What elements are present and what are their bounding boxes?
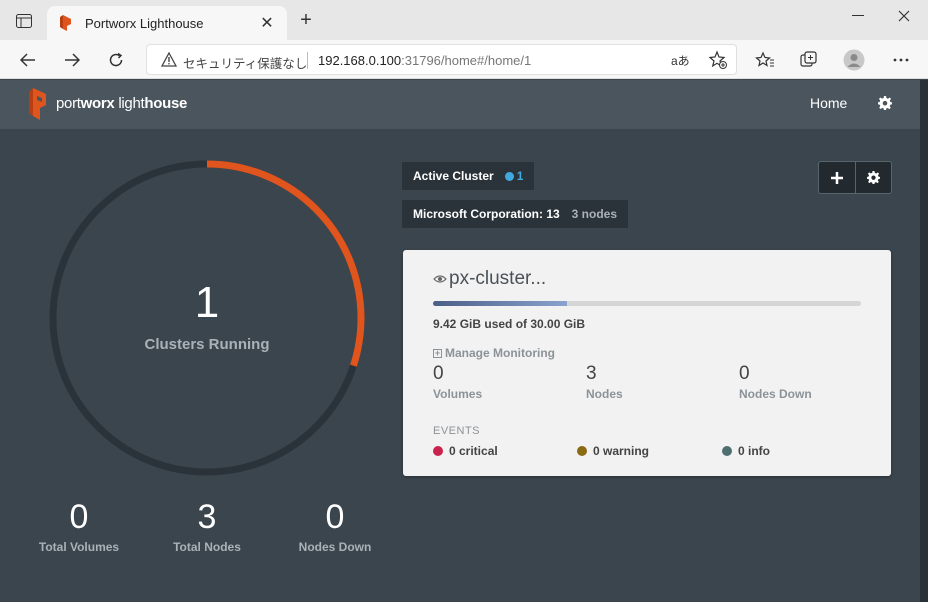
organization-nodes: 3 nodes bbox=[571, 207, 618, 221]
cluster-name: px-cluster... bbox=[449, 268, 547, 289]
new-tab-button[interactable]: + bbox=[296, 10, 316, 30]
storage-usage-text: 9.42 GiB used of 30.00 GiB bbox=[433, 317, 586, 331]
logo-worx: worx bbox=[80, 95, 115, 112]
add-favorite-icon[interactable] bbox=[708, 50, 728, 70]
expand-plus-icon: + bbox=[433, 347, 442, 358]
storage-usage-fill bbox=[433, 301, 568, 306]
total-nodes-label: Total Nodes bbox=[173, 540, 241, 554]
card-nodes-count: 3 bbox=[586, 363, 597, 384]
profile-avatar[interactable] bbox=[843, 49, 865, 71]
warning-icon bbox=[161, 52, 177, 67]
eye-icon bbox=[433, 275, 447, 283]
organization-name: Microsoft Corporation: 13 bbox=[413, 207, 560, 221]
browser-tab[interactable]: Portworx Lighthouse ✕ bbox=[47, 6, 287, 40]
warning-dot bbox=[577, 446, 587, 456]
active-cluster-label: Active Cluster bbox=[413, 169, 494, 183]
info-events[interactable]: 0 info bbox=[722, 444, 770, 458]
info-events-text: 0 info bbox=[738, 444, 770, 458]
warning-events[interactable]: 0 warning bbox=[577, 444, 649, 458]
card-nodes-label: Nodes bbox=[586, 387, 623, 401]
cluster-title[interactable]: px-cluster... bbox=[433, 268, 546, 290]
cluster-card[interactable]: px-cluster... 9.42 GiB used of 30.00 GiB… bbox=[403, 250, 891, 476]
page-scrollbar[interactable] bbox=[920, 80, 928, 602]
url-field[interactable]: セキュリティ保護なし 192.168.0.100:31796/home#/hom… bbox=[146, 44, 737, 75]
active-cluster-badge[interactable]: Active Cluster 1 bbox=[402, 162, 535, 190]
card-volumes-label: Volumes bbox=[433, 387, 483, 401]
portworx-favicon-icon bbox=[60, 15, 71, 31]
cluster-actions-group bbox=[818, 161, 892, 194]
card-nodes-down-stat: 0 Nodes Down bbox=[739, 363, 812, 401]
omnibox-divider bbox=[307, 52, 308, 69]
storage-usage-bar bbox=[433, 301, 861, 306]
active-cluster-count: 1 bbox=[516, 169, 524, 183]
maximize-button[interactable] bbox=[840, 6, 880, 26]
warning-events-text: 0 warning bbox=[593, 444, 650, 458]
nodes-down-count: 0 bbox=[325, 498, 345, 536]
logo-light: light bbox=[114, 95, 145, 112]
gear-icon bbox=[866, 171, 880, 184]
critical-dot bbox=[433, 446, 443, 456]
add-cluster-button[interactable] bbox=[819, 162, 855, 193]
security-status-text[interactable]: セキュリティ保護なし bbox=[183, 53, 307, 72]
manage-monitoring-label: Manage Monitoring bbox=[445, 346, 555, 360]
nodes-down-label: Nodes Down bbox=[298, 540, 372, 554]
card-volumes-count: 0 bbox=[433, 363, 444, 384]
clusters-running-count: 1 bbox=[194, 278, 220, 327]
tab-title: Portworx Lighthouse bbox=[85, 16, 204, 31]
back-button[interactable] bbox=[16, 48, 40, 72]
url-host: 192.168.0.100 bbox=[318, 53, 402, 68]
address-bar-row: セキュリティ保護なし 192.168.0.100:31796/home#/hom… bbox=[0, 40, 928, 79]
more-menu-icon[interactable] bbox=[890, 49, 912, 71]
portworx-logo-icon[interactable] bbox=[27, 88, 49, 122]
logo-port: port bbox=[56, 95, 81, 112]
critical-events-text: 0 critical bbox=[449, 444, 498, 458]
logo-house: house bbox=[144, 95, 188, 112]
settings-gear-icon[interactable] bbox=[878, 96, 892, 110]
forward-button[interactable] bbox=[60, 48, 84, 72]
url-text: 192.168.0.100:31796/home#/home/1 bbox=[318, 53, 531, 68]
card-nodes-down-label: Nodes Down bbox=[739, 387, 812, 401]
tab-close-button[interactable]: ✕ bbox=[257, 13, 277, 33]
browser-tab-bar: Portworx Lighthouse ✕ + bbox=[0, 0, 928, 40]
nodes-down-stat: 0 Nodes Down bbox=[275, 498, 395, 554]
read-aloud-icon[interactable]: aあ bbox=[671, 52, 690, 69]
url-path: :31796/home#/home/1 bbox=[401, 53, 532, 68]
nav-home-link[interactable]: Home bbox=[810, 95, 847, 111]
close-window-button[interactable] bbox=[884, 6, 924, 26]
plus-icon bbox=[830, 171, 843, 184]
card-volumes-stat: 0 Volumes bbox=[433, 363, 482, 401]
critical-events[interactable]: 0 critical bbox=[433, 444, 498, 458]
favorites-icon[interactable] bbox=[754, 49, 776, 71]
clusters-running-label: Clusters Running bbox=[144, 336, 270, 353]
cluster-settings-button[interactable] bbox=[854, 162, 892, 193]
active-status-dot bbox=[504, 171, 514, 181]
total-volumes-label: Total Volumes bbox=[38, 540, 120, 554]
organization-badge[interactable]: Microsoft Corporation: 13 3 nodes bbox=[402, 200, 629, 228]
total-volumes-count: 0 bbox=[69, 498, 89, 536]
total-nodes-count: 3 bbox=[197, 498, 217, 536]
app-logo-text[interactable]: portworx lighthouse bbox=[56, 95, 187, 112]
refresh-button[interactable] bbox=[104, 48, 128, 72]
app-header: portworx lighthouse Home bbox=[0, 80, 920, 129]
events-heading: EVENTS bbox=[433, 425, 481, 437]
card-nodes-down-count: 0 bbox=[739, 363, 750, 384]
card-nodes-stat: 3 Nodes bbox=[586, 363, 623, 401]
total-nodes-stat: 3 Total Nodes bbox=[147, 498, 267, 554]
info-dot bbox=[722, 446, 732, 456]
collections-icon[interactable] bbox=[798, 49, 820, 71]
tab-actions-icon[interactable] bbox=[10, 10, 38, 32]
total-volumes-stat: 0 Total Volumes bbox=[19, 498, 139, 554]
manage-monitoring-link[interactable]: + Manage Monitoring bbox=[433, 346, 555, 360]
